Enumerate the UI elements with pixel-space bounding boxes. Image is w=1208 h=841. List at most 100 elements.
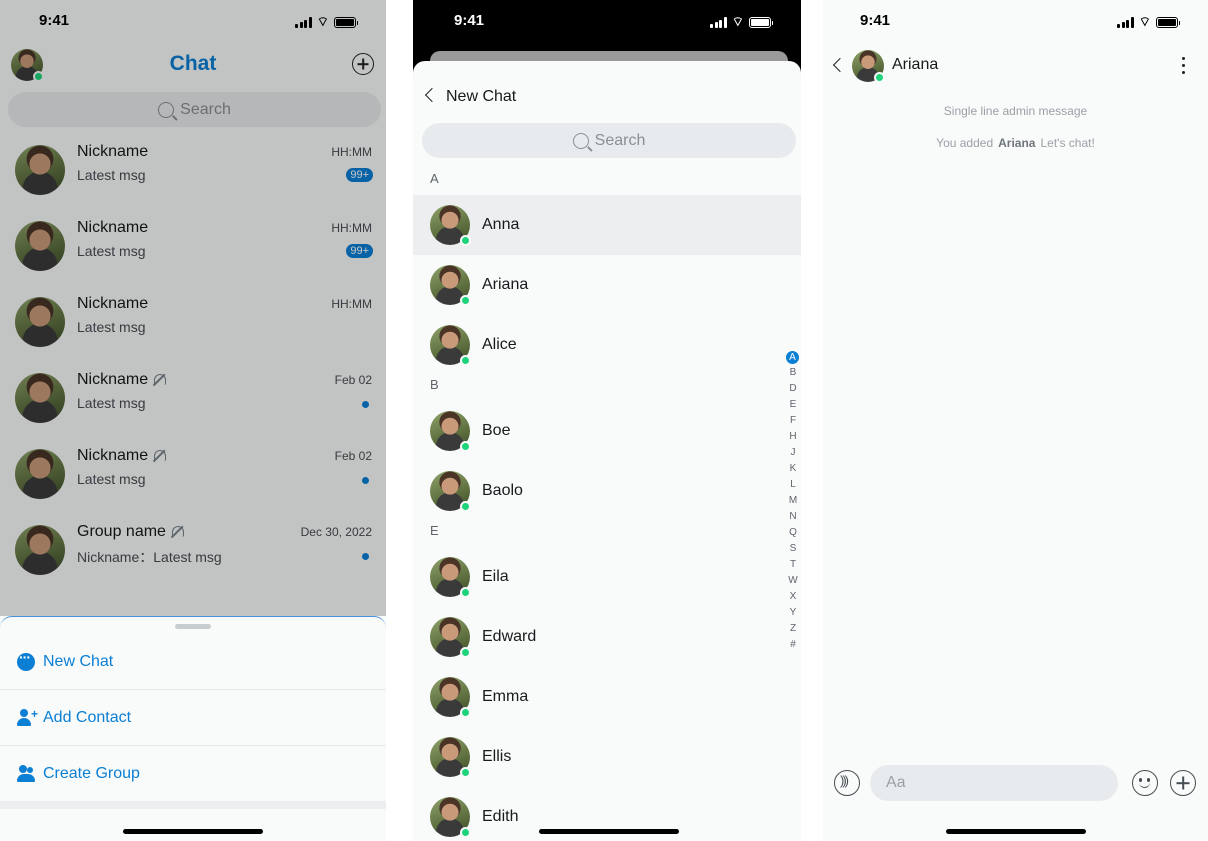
online-indicator [460,501,471,512]
new-chat-screen: 9:41 ⌔ New Chat Search A Anna Ariana Alice B… [413,0,801,841]
contact-row[interactable]: Boe [413,401,801,461]
status-bar: 9:41 ⌔ [413,0,801,44]
search-icon [572,132,589,149]
signal-icon [710,16,727,28]
contact-name: Edith [482,808,519,825]
status-time: 9:41 [454,12,485,29]
action-sheet: New Chat + Add Contact Create Group [0,616,386,841]
online-indicator [874,72,885,83]
contact-row[interactable]: Ellis [413,727,801,787]
more-options-icon[interactable] [1182,57,1186,75]
message-input[interactable]: Aa [870,765,1118,801]
contact-row[interactable]: Anna [413,195,801,255]
online-indicator [460,235,471,246]
index-letter[interactable]: Z [787,623,799,634]
home-indicator[interactable] [539,829,679,834]
admin-message: Single line admin message [943,104,1088,118]
add-person-icon: + [17,708,38,727]
status-time: 9:41 [860,12,891,29]
contact-row[interactable]: Eila [413,547,801,607]
contact-row[interactable]: Emma [413,667,801,727]
contact-name: Emma [482,688,529,705]
added-name: Ariana [998,136,1036,150]
new-chat-option[interactable]: New Chat [0,634,386,690]
index-letter[interactable]: B [787,367,799,378]
signal-icon [1117,16,1134,28]
contact-name: Alice [482,336,517,353]
avatar [430,617,471,658]
index-letter[interactable]: F [787,415,799,426]
modal-title: New Chat [446,88,517,105]
index-letter[interactable]: L [787,479,799,490]
contact-name: Eila [482,568,509,585]
wifi-icon: ⌔ [731,14,744,29]
avatar [430,471,471,512]
online-indicator [460,767,471,778]
contact-row[interactable]: Baolo [413,461,801,521]
message-placeholder: Aa [886,774,906,791]
index-letter[interactable]: J [787,447,799,458]
contact-row[interactable]: Alice [413,315,801,375]
index-letter[interactable]: Y [787,607,799,618]
voice-input-icon[interactable] [834,770,860,796]
add-contact-option[interactable]: + Add Contact [0,690,386,746]
index-letter[interactable]: D [787,383,799,394]
new-chat-modal: New Chat Search A Anna Ariana Alice B Boe Baol… [413,61,801,841]
index-letter[interactable]: T [787,559,799,570]
dim-overlay[interactable] [0,0,386,616]
contact-name: Ariana [892,56,939,73]
contact-name: Edward [482,628,537,645]
added-message: You added Ariana Let's chat! [823,136,1208,150]
conversation-screen: 9:41 ⌔ Ariana Single line admin message … [823,0,1208,841]
create-group-label: Create Group [43,765,140,782]
avatar [430,677,471,718]
home-indicator[interactable] [945,829,1086,834]
avatar [430,265,471,306]
index-letter[interactable]: Q [787,527,799,538]
contact-avatar[interactable] [852,50,885,83]
section-header: E [430,523,439,538]
search-input[interactable]: Search [422,123,796,158]
online-indicator [460,295,471,306]
battery-icon [1156,16,1180,28]
index-letter[interactable]: S [787,543,799,554]
index-letter[interactable]: K [787,463,799,474]
added-prefix: You added [936,136,994,150]
emoji-icon[interactable] [1132,770,1158,796]
contact-row[interactable]: Ariana [413,255,801,315]
attach-plus-icon[interactable] [1170,770,1196,796]
contact-row[interactable]: Edward [413,607,801,667]
create-group-option[interactable]: Create Group [0,746,386,802]
index-letter[interactable]: A [786,351,799,364]
index-letter[interactable]: H [787,431,799,442]
avatar [430,737,471,778]
index-letter[interactable]: E [787,399,799,410]
avatar [430,411,471,452]
battery-icon [749,16,773,28]
index-letter[interactable]: # [787,639,799,650]
contact-name: Ariana [482,276,529,293]
back-chevron-icon[interactable] [424,87,440,103]
wifi-icon: ⌔ [1138,14,1151,29]
index-letter[interactable]: X [787,591,799,602]
index-letter[interactable]: M [787,495,799,506]
contact-name: Boe [482,422,511,439]
sheet-handle[interactable] [175,624,211,629]
avatar [430,797,471,838]
index-letter[interactable]: W [787,575,799,586]
online-indicator [460,587,471,598]
section-header: B [430,377,439,392]
status-bar: 9:41 ⌔ [823,0,1208,44]
back-chevron-icon[interactable] [832,57,848,73]
online-indicator [460,707,471,718]
home-indicator[interactable] [123,829,263,834]
search-placeholder: Search [594,131,646,149]
avatar [430,205,471,246]
contact-name: Anna [482,216,520,233]
new-chat-label: New Chat [43,652,114,670]
online-indicator [460,441,471,452]
index-letter[interactable]: N [787,511,799,522]
avatar [430,325,471,366]
online-indicator [460,827,471,838]
chat-bubble-icon [17,649,35,671]
